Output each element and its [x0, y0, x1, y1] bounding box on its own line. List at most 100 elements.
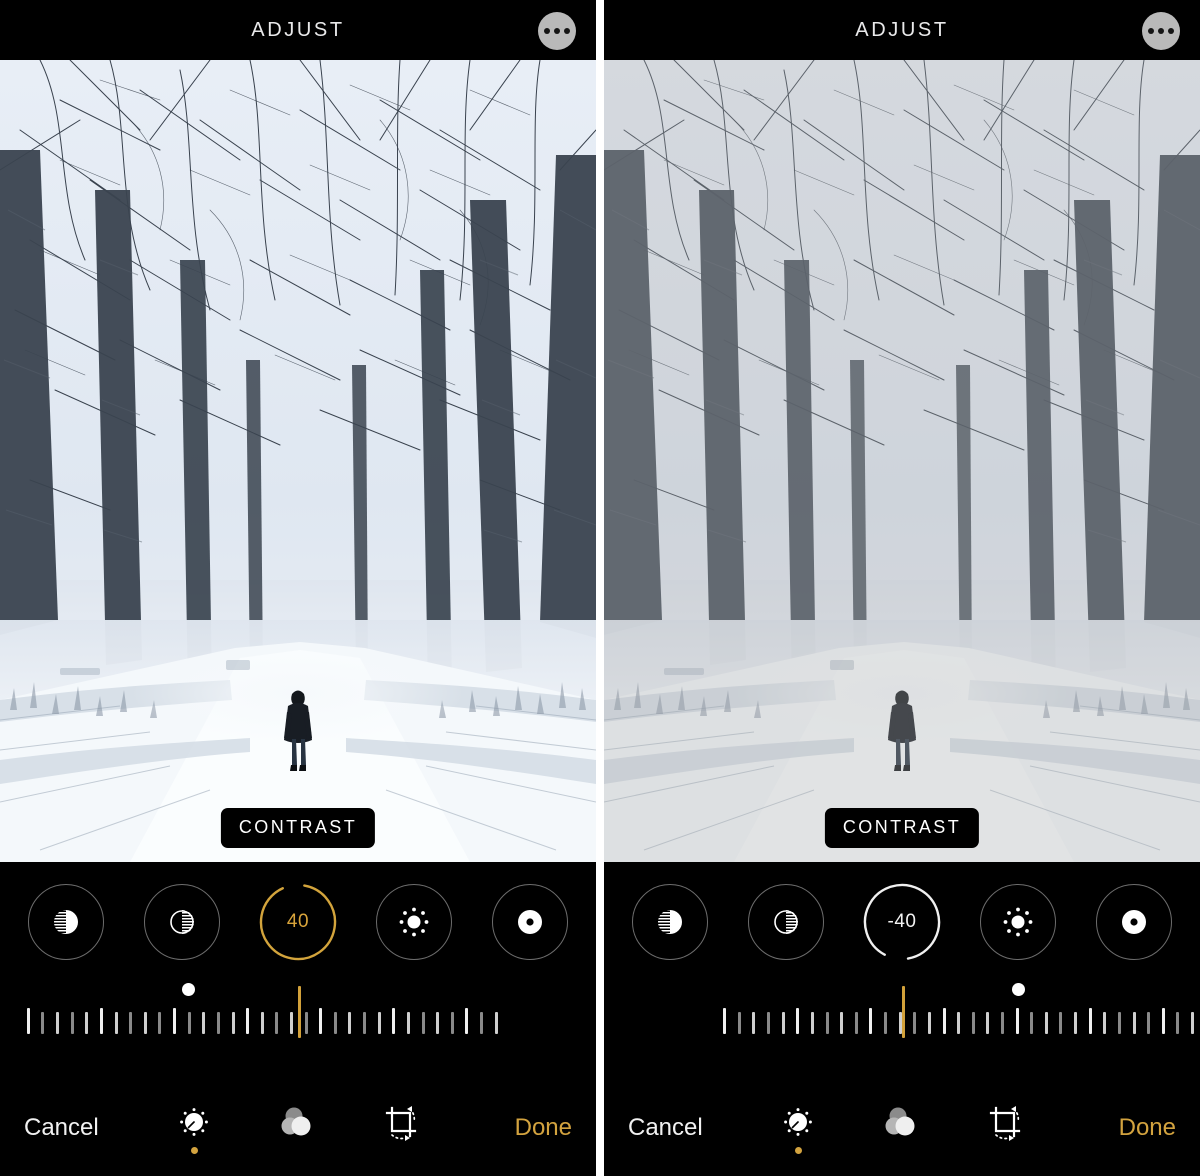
slider-value-dot	[1012, 983, 1026, 996]
filters-circles-icon	[885, 1107, 915, 1135]
cancel-button[interactable]: Cancel	[628, 1114, 703, 1141]
crop-tool-button[interactable]	[985, 1102, 1025, 1155]
brilliance-dial[interactable]	[748, 884, 824, 960]
panel-divider	[596, 0, 604, 1176]
slider-tick	[480, 1012, 484, 1034]
slider-tick	[406, 1012, 410, 1034]
slider-tick	[825, 1012, 829, 1034]
exposure-dial[interactable]	[632, 884, 708, 960]
slider-tick	[187, 1012, 191, 1034]
slider-tick	[348, 1012, 352, 1034]
adjust-dial-icon	[784, 1107, 812, 1136]
black-point-dial[interactable]	[492, 884, 568, 960]
slider-tick	[1176, 1012, 1180, 1034]
filters-tool-button[interactable]	[881, 1103, 921, 1154]
slider-tick	[333, 1012, 337, 1034]
slider-tick	[70, 1012, 74, 1034]
slider-tick	[810, 1012, 814, 1034]
slider-tick	[854, 1012, 858, 1034]
slider-tick	[1030, 1012, 1034, 1034]
adjust-tool-button[interactable]	[175, 1103, 213, 1154]
slider-tick	[1088, 1008, 1092, 1034]
slider-tick	[129, 1012, 133, 1034]
slider-tick	[986, 1012, 990, 1034]
page-title: ADJUST	[251, 18, 345, 41]
slider-tick	[421, 1012, 425, 1034]
more-options-button[interactable]	[1142, 12, 1180, 50]
slider-tick	[436, 1012, 440, 1034]
adjustment-slider-right[interactable]	[604, 966, 1200, 1052]
slider-tick	[41, 1012, 45, 1034]
top-bar: ADJUST	[604, 0, 1200, 60]
adjustment-dial-row: -40	[604, 862, 1200, 961]
slider-tick	[85, 1012, 89, 1034]
page-title: ADJUST	[855, 18, 949, 41]
slider-tick	[392, 1008, 396, 1034]
slider-tick	[1000, 1012, 1004, 1034]
tool-selected-indicator	[794, 1146, 802, 1154]
slider-tick	[767, 1012, 771, 1034]
slider-tick	[1191, 1012, 1195, 1034]
slider-tick	[1132, 1012, 1136, 1034]
slider-tick	[319, 1008, 323, 1034]
slider-tick	[927, 1012, 931, 1034]
slider-tick	[913, 1012, 917, 1034]
controls-panel: 40 Cancel Done	[0, 862, 596, 1176]
slider-playhead[interactable]	[298, 986, 301, 1038]
exposure-icon	[54, 910, 78, 934]
slider-tick	[114, 1012, 118, 1034]
brightness-icon	[1003, 907, 1033, 937]
top-bar: ADJUST	[0, 0, 596, 60]
adjustment-name-badge: CONTRAST	[220, 808, 376, 848]
slider-tick	[1059, 1012, 1063, 1034]
done-button[interactable]: Done	[1119, 1114, 1176, 1141]
black-point-icon	[518, 910, 542, 934]
brilliance-dial[interactable]	[144, 884, 220, 960]
ellipsis-icon	[564, 28, 570, 34]
slider-tick	[942, 1008, 946, 1034]
panel-left: ADJUST CONTRAST 40 Cancel Done	[0, 0, 596, 1176]
winter-road-photo	[0, 60, 596, 862]
adjustment-name-badge: CONTRAST	[824, 808, 980, 848]
contrast-dial[interactable]: 40	[259, 883, 337, 961]
slider-value-dot	[181, 983, 195, 996]
more-options-button[interactable]	[538, 12, 576, 50]
slider-tick	[26, 1008, 30, 1034]
ellipsis-icon	[1148, 28, 1154, 34]
adjust-tool-button[interactable]	[779, 1103, 817, 1154]
slider-tick	[465, 1008, 469, 1034]
crop-rotate-icon	[385, 1105, 417, 1141]
filters-circles-icon	[281, 1107, 311, 1135]
slider-tick	[143, 1012, 147, 1034]
slider-tick	[971, 1012, 975, 1034]
exposure-icon	[658, 910, 682, 934]
brilliance-icon	[774, 910, 798, 934]
ellipsis-icon	[1158, 28, 1164, 34]
slider-tick	[231, 1012, 235, 1034]
tool-selected-indicator	[190, 1146, 198, 1154]
ellipsis-icon	[544, 28, 550, 34]
filters-tool-button[interactable]	[277, 1103, 317, 1154]
done-button[interactable]: Done	[515, 1114, 572, 1141]
slider-tick	[99, 1008, 103, 1034]
crop-tool-button[interactable]	[381, 1102, 421, 1155]
photo-preview-right[interactable]: CONTRAST	[604, 60, 1200, 862]
slider-tick	[158, 1012, 162, 1034]
winter-road-photo	[604, 60, 1200, 862]
contrast-dial[interactable]: -40	[863, 883, 941, 961]
bottom-toolbar: Cancel Done	[0, 1080, 596, 1176]
photo-preview-left[interactable]: CONTRAST	[0, 60, 596, 862]
cancel-button[interactable]: Cancel	[24, 1114, 99, 1141]
contrast-value: 40	[286, 911, 310, 932]
slider-playhead[interactable]	[902, 986, 905, 1038]
exposure-dial[interactable]	[28, 884, 104, 960]
black-point-dial[interactable]	[1096, 884, 1172, 960]
slider-tick	[1161, 1008, 1165, 1034]
brightness-dial[interactable]	[376, 884, 452, 960]
adjustment-slider-left[interactable]	[0, 966, 596, 1052]
crop-rotate-icon	[989, 1105, 1021, 1141]
slider-tick	[450, 1012, 454, 1034]
adjustment-dial-row: 40	[0, 862, 596, 961]
brightness-dial[interactable]	[980, 884, 1056, 960]
slider-tick	[1147, 1012, 1151, 1034]
